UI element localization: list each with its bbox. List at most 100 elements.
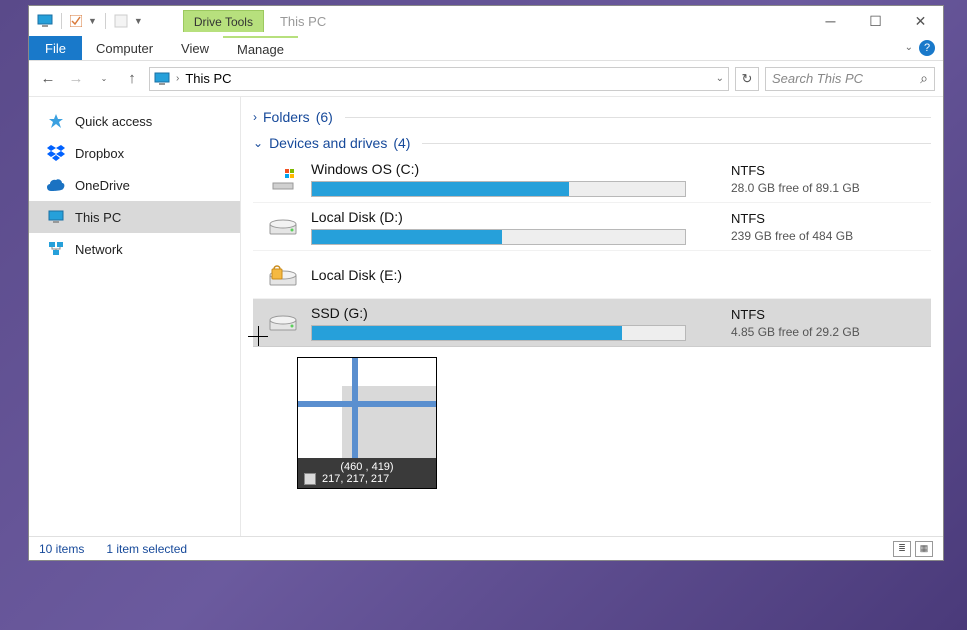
manage-tab[interactable]: Manage — [223, 36, 298, 60]
search-input[interactable]: Search This PC ⌕ — [765, 67, 935, 91]
qat-blank-icon[interactable] — [114, 14, 128, 28]
group-label: Folders — [263, 109, 310, 125]
view-large-icon[interactable]: ▦ — [915, 541, 933, 557]
drive-name: Local Disk (D:) — [311, 209, 717, 225]
view-tab[interactable]: View — [167, 36, 223, 60]
ribbon-collapse-icon[interactable]: ⌄ — [905, 42, 913, 53]
group-header-devices[interactable]: ⌄ Devices and drives (4) — [253, 131, 931, 155]
refresh-button[interactable]: ↻ — [735, 67, 759, 91]
back-button[interactable]: ← — [37, 68, 59, 90]
group-label: Devices and drives — [269, 135, 387, 151]
recent-dropdown-icon[interactable]: ⌄ — [93, 68, 115, 90]
group-header-folders[interactable]: › Folders (6) — [253, 105, 931, 129]
nav-pane: Quick access Dropbox OneDrive This PC Ne… — [29, 97, 241, 536]
star-icon — [47, 112, 65, 130]
quick-access-toolbar: ▼ ▼ — [29, 13, 143, 29]
nav-label: Quick access — [75, 114, 152, 129]
address-field[interactable]: › This PC ⌄ — [149, 67, 729, 91]
file-tab[interactable]: File — [29, 36, 82, 60]
computer-tab[interactable]: Computer — [82, 36, 167, 60]
maximize-button[interactable]: ☐ — [853, 6, 898, 36]
separator — [61, 13, 62, 29]
explorer-window: ▼ ▼ Drive Tools This PC ─ ☐ ✕ File Compu… — [28, 5, 944, 561]
drive-item[interactable]: Local Disk (D:) NTFS 239 GB free of 484 G… — [253, 203, 931, 251]
drive-icon — [269, 165, 297, 193]
drive-icon — [269, 309, 297, 337]
drive-info: SSD (G:) — [311, 305, 717, 341]
monitor-icon — [47, 208, 65, 226]
drive-meta: NTFS 4.85 GB free of 29.2 GB — [731, 307, 931, 339]
address-dropdown-icon[interactable]: ⌄ — [716, 73, 724, 84]
separator — [105, 13, 106, 29]
nav-quick-access[interactable]: Quick access — [29, 105, 240, 137]
cloud-icon — [47, 176, 65, 194]
nav-label: Dropbox — [75, 146, 124, 161]
drive-fs: NTFS — [731, 211, 931, 226]
monitor-icon — [154, 72, 170, 86]
qat-dropdown-icon[interactable]: ▼ — [134, 16, 143, 26]
forward-button[interactable]: → — [65, 68, 87, 90]
zoom-coords: (460 , 419) — [304, 461, 430, 473]
minimize-button[interactable]: ─ — [808, 6, 853, 36]
usage-bar — [311, 325, 686, 341]
divider — [422, 143, 931, 144]
view-switch: ≣ ▦ — [893, 541, 933, 557]
window-controls: ─ ☐ ✕ — [808, 6, 943, 36]
color-picker-zoom: (460 , 419) 217, 217, 217 — [297, 357, 437, 489]
status-selected: 1 item selected — [106, 542, 187, 556]
drive-free: 239 GB free of 484 GB — [731, 229, 931, 243]
qat-check-icon[interactable] — [70, 15, 82, 27]
window-title: This PC — [280, 14, 326, 29]
drive-name: SSD (G:) — [311, 305, 717, 321]
drive-meta: NTFS 28.0 GB free of 89.1 GB — [731, 163, 931, 195]
usage-bar — [311, 181, 686, 197]
close-button[interactable]: ✕ — [898, 6, 943, 36]
network-icon — [47, 240, 65, 258]
address-text: This PC — [185, 71, 231, 86]
drive-fs: NTFS — [731, 163, 931, 178]
drive-tools-tab[interactable]: Drive Tools — [183, 10, 264, 32]
nav-label: Network — [75, 242, 123, 257]
drive-item[interactable]: SSD (G:) NTFS 4.85 GB free of 29.2 GB — [253, 299, 931, 347]
drive-item[interactable]: Windows OS (C:) NTFS 28.0 GB free of 89.1… — [253, 155, 931, 203]
drive-icon — [269, 261, 297, 289]
status-items: 10 items — [39, 542, 84, 556]
address-bar: ← → ⌄ ↑ › This PC ⌄ ↻ Search This PC ⌕ — [29, 61, 943, 97]
chevron-right-icon: › — [176, 73, 179, 84]
nav-label: OneDrive — [75, 178, 130, 193]
search-placeholder: Search This PC — [772, 71, 863, 86]
chevron-right-icon: › — [253, 110, 257, 124]
nav-label: This PC — [75, 210, 121, 225]
drive-free: 4.85 GB free of 29.2 GB — [731, 325, 931, 339]
nav-dropbox[interactable]: Dropbox — [29, 137, 240, 169]
drive-info: Local Disk (D:) — [311, 209, 717, 245]
drive-icon — [269, 213, 297, 241]
title-bar: ▼ ▼ Drive Tools This PC ─ ☐ ✕ — [29, 6, 943, 36]
ribbon: File Computer View Manage ⌄ ? — [29, 36, 943, 61]
nav-this-pc[interactable]: This PC — [29, 201, 240, 233]
group-folders: › Folders (6) — [253, 105, 931, 129]
usage-bar — [311, 229, 686, 245]
zoom-view — [298, 358, 436, 458]
nav-onedrive[interactable]: OneDrive — [29, 169, 240, 201]
up-button[interactable]: ↑ — [121, 68, 143, 90]
zoom-readout: (460 , 419) 217, 217, 217 — [298, 458, 436, 488]
dropbox-icon — [47, 144, 65, 162]
drive-item[interactable]: Local Disk (E:) — [253, 251, 931, 299]
drive-info: Local Disk (E:) — [311, 267, 717, 283]
view-details-icon[interactable]: ≣ — [893, 541, 911, 557]
divider — [345, 117, 931, 118]
drive-fs: NTFS — [731, 307, 931, 322]
help-icon[interactable]: ? — [919, 40, 935, 56]
group-count: (4) — [393, 135, 410, 151]
nav-network[interactable]: Network — [29, 233, 240, 265]
drive-free: 28.0 GB free of 89.1 GB — [731, 181, 931, 195]
drive-name: Local Disk (E:) — [311, 267, 717, 283]
color-swatch — [304, 473, 316, 485]
app-icon — [37, 14, 53, 28]
zoom-rgb: 217, 217, 217 — [322, 473, 389, 485]
body: Quick access Dropbox OneDrive This PC Ne… — [29, 97, 943, 536]
drive-info: Windows OS (C:) — [311, 161, 717, 197]
drive-meta: NTFS 239 GB free of 484 GB — [731, 211, 931, 243]
qat-dropdown-icon[interactable]: ▼ — [88, 16, 97, 26]
